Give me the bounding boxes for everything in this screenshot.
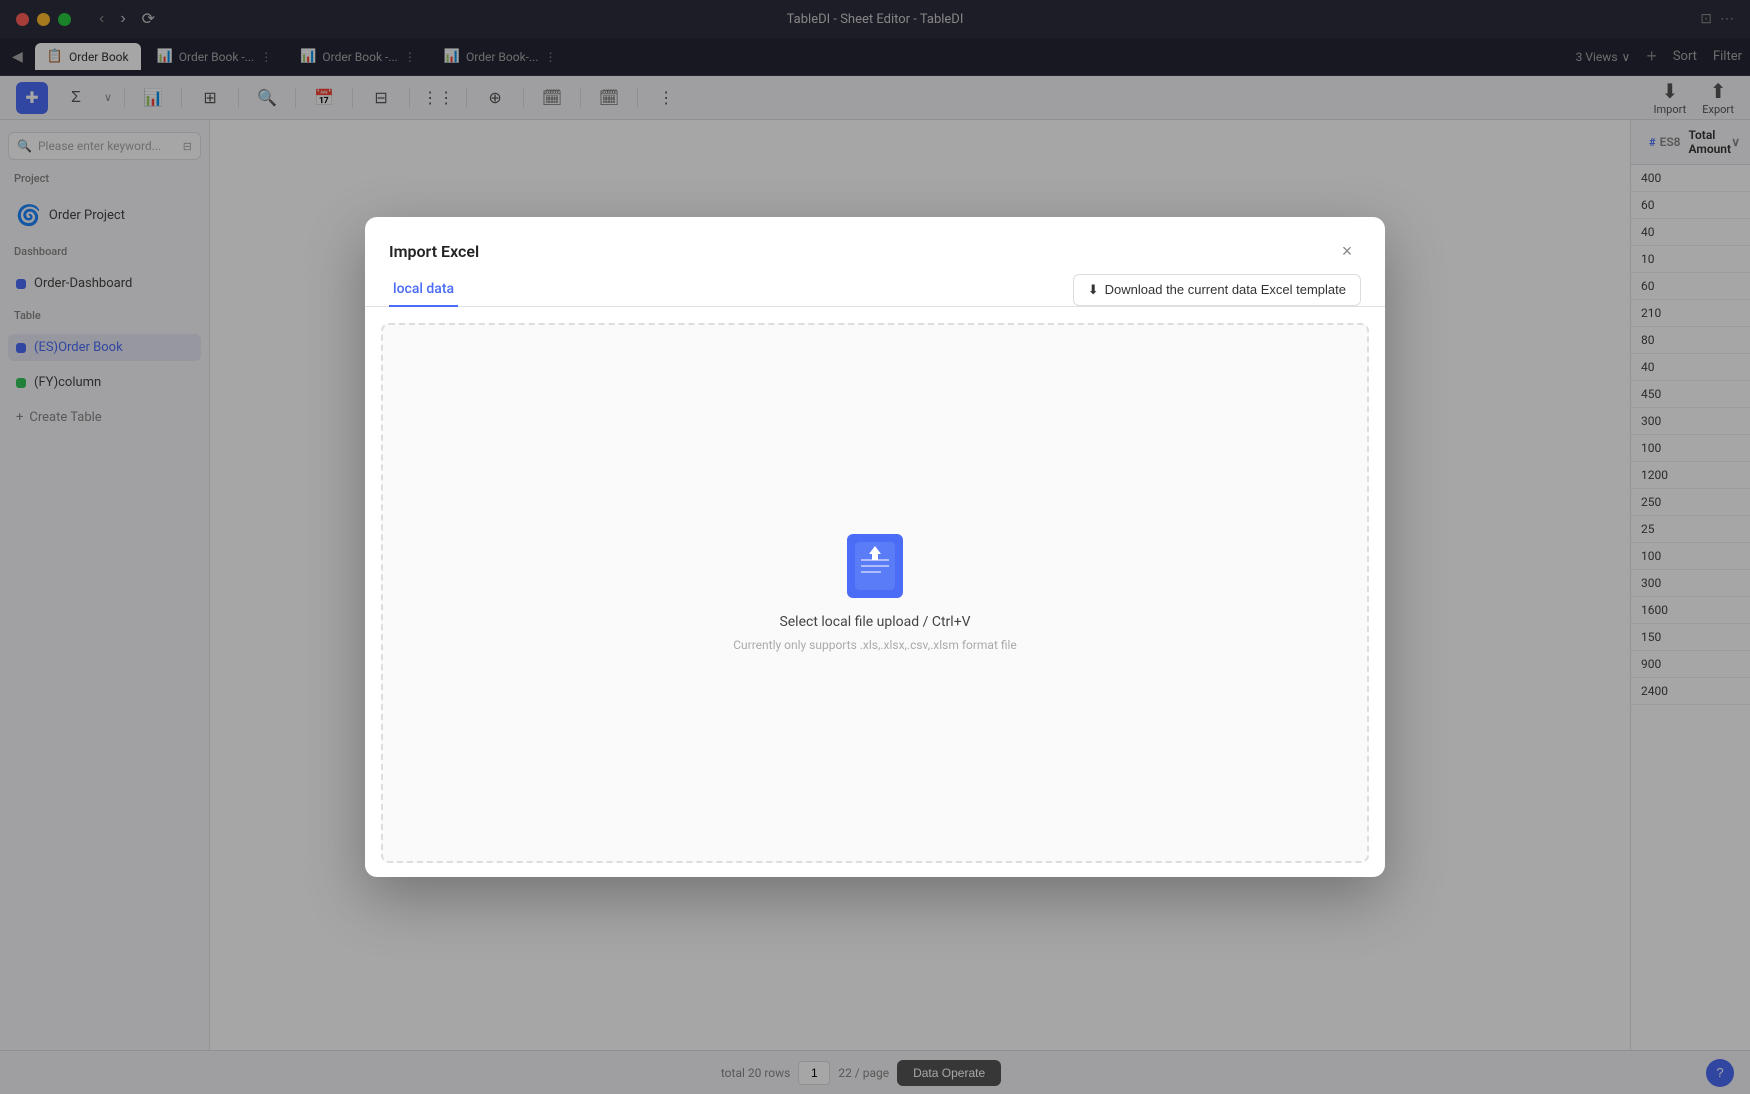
modal-close-button[interactable]: × xyxy=(1333,237,1361,265)
upload-main-text: Select local file upload / Ctrl+V xyxy=(779,614,970,630)
modal-overlay[interactable]: Import Excel × local data ⬇ Download the… xyxy=(0,0,1750,1094)
modal-title: Import Excel xyxy=(389,242,479,261)
modal-tabs: local data ⬇ Download the current data E… xyxy=(365,265,1385,307)
modal-header: Import Excel × xyxy=(365,217,1385,265)
download-btn-label: Download the current data Excel template xyxy=(1105,282,1346,297)
upload-sub-text: Currently only supports .xls,.xlsx,.csv,… xyxy=(733,638,1017,652)
modal-body: Select local file upload / Ctrl+V Curren… xyxy=(365,307,1385,877)
modal-tab-local-data[interactable]: local data xyxy=(389,273,458,307)
upload-area[interactable]: Select local file upload / Ctrl+V Curren… xyxy=(381,323,1369,863)
upload-file-icon xyxy=(847,534,903,598)
import-excel-modal: Import Excel × local data ⬇ Download the… xyxy=(365,217,1385,877)
download-icon: ⬇ xyxy=(1088,282,1099,298)
download-template-button[interactable]: ⬇ Download the current data Excel templa… xyxy=(1073,274,1361,306)
